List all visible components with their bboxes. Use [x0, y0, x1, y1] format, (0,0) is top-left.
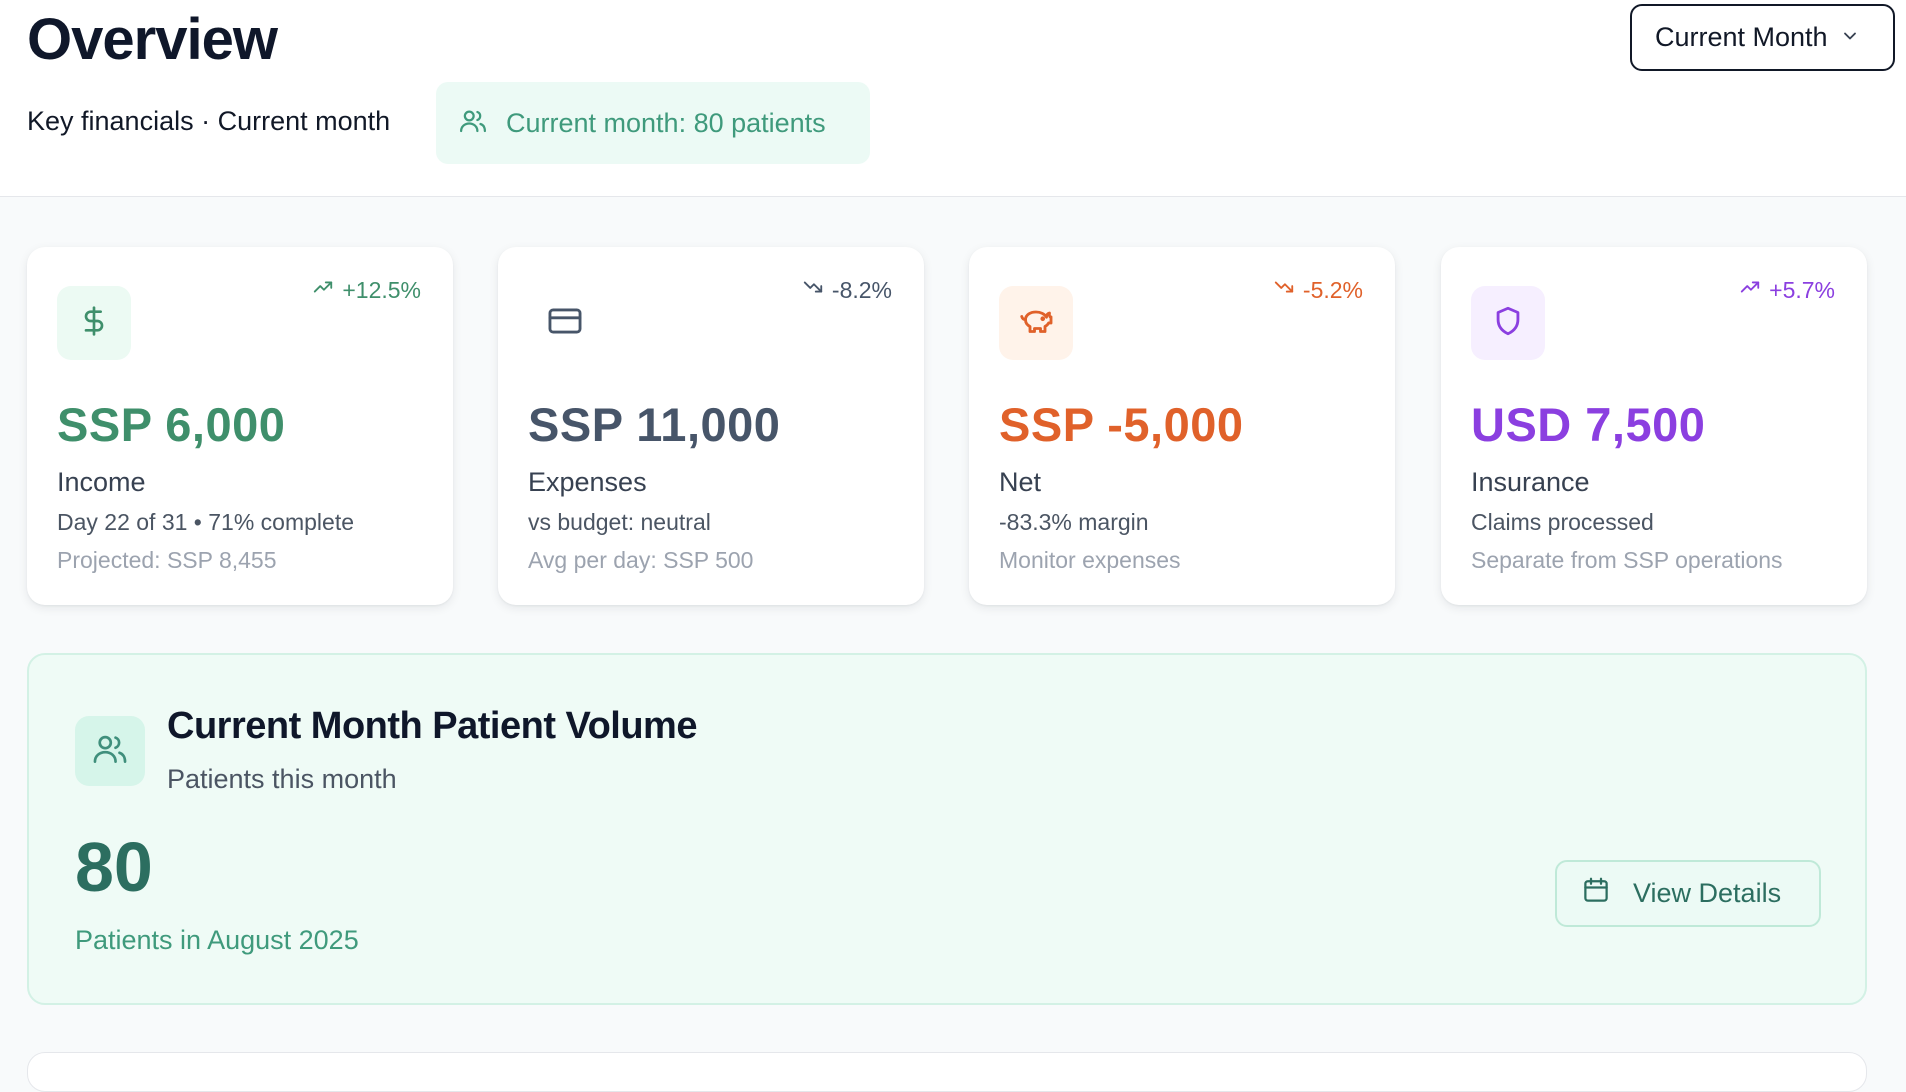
period-select[interactable]: Current Month: [1630, 4, 1895, 71]
net-trend-value: -5.2%: [1302, 276, 1363, 303]
shield-icon: [1491, 304, 1525, 343]
view-details-label: View Details: [1633, 878, 1782, 908]
insurance-trend-value: +5.7%: [1769, 276, 1835, 303]
insurance-claims-text: Claims processed: [1471, 509, 1654, 535]
page-header: Overview Key financials · Current month …: [0, 0, 1906, 197]
patient-volume-subtitle: Patients this month: [167, 764, 397, 794]
page-subtitle: Key financials · Current month: [27, 106, 391, 136]
dollar-icon: [78, 305, 110, 342]
expenses-trend: -8.2%: [802, 276, 892, 304]
patients-count-pill: Current month: 80 patients: [436, 82, 870, 164]
patient-volume-panel: Current Month Patient Volume Patients th…: [27, 653, 1867, 1005]
income-amount: SSP 6,000: [57, 398, 286, 451]
users-icon: [91, 730, 129, 773]
net-icon-tile: [999, 286, 1073, 360]
insurance-card: +5.7% USD 7,500 Insurance Claims process…: [1441, 247, 1867, 605]
credit-card-icon: [546, 302, 584, 345]
next-section-card: [27, 1052, 1867, 1092]
expenses-budget-text: vs budget: neutral: [528, 509, 711, 535]
net-card: -5.2% SSP -5,000 Net -83.3% margin Monit…: [969, 247, 1395, 605]
patient-count: 80: [75, 828, 153, 906]
patient-volume-icon-tile: [75, 716, 145, 786]
users-icon: [458, 106, 488, 141]
chevron-down-icon: [1840, 22, 1860, 53]
expenses-icon-tile: [528, 286, 602, 360]
income-trend-value: +12.5%: [342, 276, 421, 303]
patients-pill-label: Current month: 80 patients: [506, 107, 826, 138]
page-title: Overview: [27, 7, 278, 72]
net-advice-text: Monitor expenses: [999, 547, 1181, 573]
expenses-trend-value: -8.2%: [831, 276, 892, 303]
income-progress-text: Day 22 of 31 • 71% complete: [57, 509, 355, 535]
patient-volume-title: Current Month Patient Volume: [167, 705, 697, 747]
net-amount: SSP -5,000: [999, 398, 1244, 451]
trending-down-icon: [1273, 276, 1295, 304]
insurance-amount: USD 7,500: [1471, 398, 1706, 451]
net-trend: -5.2%: [1273, 276, 1363, 304]
income-icon-tile: [57, 286, 131, 360]
patient-period-text: Patients in August 2025: [75, 925, 359, 955]
net-margin-text: -83.3% margin: [999, 509, 1149, 535]
expenses-average-text: Avg per day: SSP 500: [528, 547, 754, 573]
insurance-icon-tile: [1471, 286, 1545, 360]
expenses-label: Expenses: [528, 467, 647, 497]
income-card: +12.5% SSP 6,000 Income Day 22 of 31 • 7…: [27, 247, 453, 605]
trending-down-icon: [802, 276, 824, 304]
view-details-button[interactable]: View Details: [1555, 860, 1821, 927]
income-trend: +12.5%: [312, 276, 421, 304]
expenses-card: -8.2% SSP 11,000 Expenses vs budget: neu…: [498, 247, 924, 605]
calendar-icon: [1581, 875, 1611, 912]
trending-up-icon: [1739, 276, 1761, 304]
period-select-value: Current Month: [1655, 22, 1828, 52]
net-label: Net: [999, 467, 1042, 497]
trending-up-icon: [312, 276, 334, 304]
income-label: Income: [57, 467, 146, 497]
piggy-bank-icon: [1018, 303, 1054, 344]
expenses-amount: SSP 11,000: [528, 398, 781, 451]
income-projection-text: Projected: SSP 8,455: [57, 547, 277, 573]
insurance-label: Insurance: [1471, 467, 1590, 497]
insurance-trend: +5.7%: [1739, 276, 1835, 304]
insurance-note-text: Separate from SSP operations: [1471, 547, 1783, 573]
